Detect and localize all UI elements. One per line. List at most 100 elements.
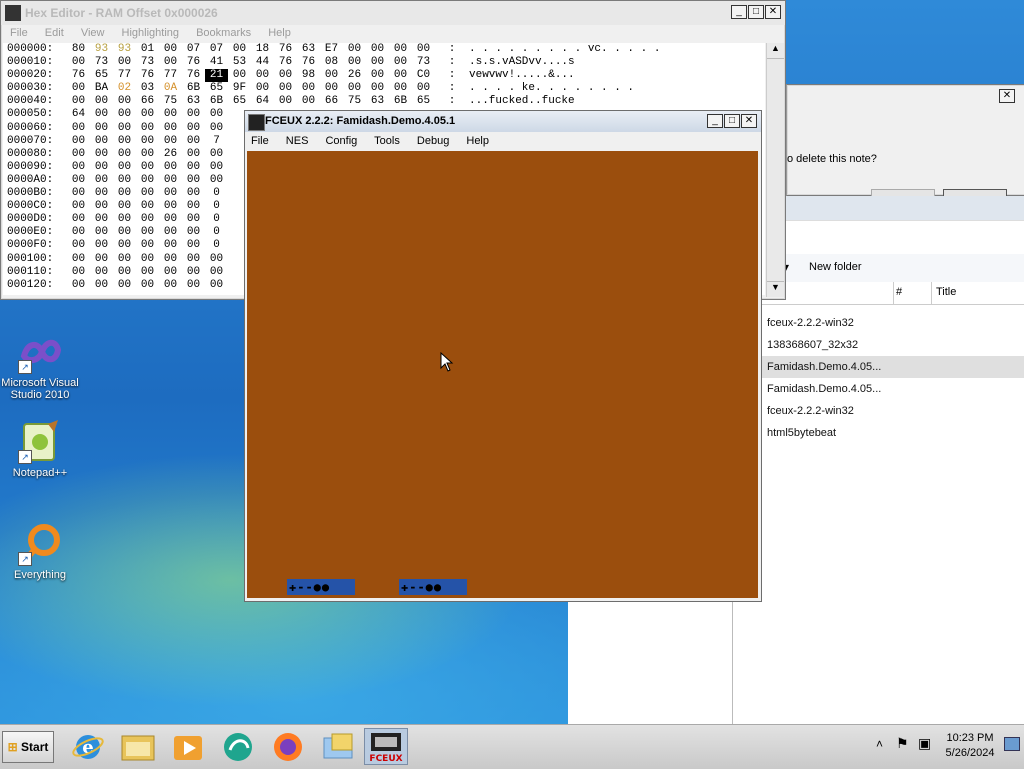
internet-explorer-icon[interactable]: e bbox=[66, 728, 110, 765]
hex-byte[interactable]: 01 bbox=[136, 43, 159, 56]
hex-byte[interactable]: 00 bbox=[90, 226, 113, 239]
hex-byte[interactable]: 00 bbox=[136, 122, 159, 135]
hex-byte[interactable]: 0 bbox=[205, 239, 228, 252]
hex-byte[interactable]: 00 bbox=[136, 187, 159, 200]
hex-byte[interactable]: 00 bbox=[67, 148, 90, 161]
hex-byte[interactable]: 00 bbox=[412, 82, 435, 95]
hex-byte[interactable]: 0A bbox=[159, 82, 182, 95]
hex-byte[interactable]: 08 bbox=[320, 56, 343, 69]
hex-byte[interactable]: 00 bbox=[113, 239, 136, 252]
hex-byte[interactable]: 00 bbox=[159, 43, 182, 56]
hex-byte[interactable]: 00 bbox=[182, 239, 205, 252]
hex-byte[interactable]: 00 bbox=[159, 266, 182, 279]
hex-byte[interactable]: 00 bbox=[205, 266, 228, 279]
dialog-button[interactable] bbox=[871, 189, 935, 196]
hex-byte[interactable]: 00 bbox=[366, 56, 389, 69]
menu-config[interactable]: Config bbox=[325, 135, 357, 147]
menu-tools[interactable]: Tools bbox=[374, 135, 400, 147]
hex-byte[interactable]: 00 bbox=[136, 253, 159, 266]
hex-byte[interactable]: 00 bbox=[90, 279, 113, 292]
hex-byte[interactable]: 00 bbox=[113, 279, 136, 292]
hex-byte[interactable]: 00 bbox=[205, 279, 228, 292]
start-button[interactable]: ⊞ Start bbox=[2, 731, 54, 763]
hex-byte[interactable]: 98 bbox=[297, 69, 320, 82]
hex-byte[interactable]: 76 bbox=[297, 56, 320, 69]
hex-byte[interactable]: 00 bbox=[136, 161, 159, 174]
hex-byte[interactable]: 00 bbox=[159, 200, 182, 213]
hex-byte[interactable]: 00 bbox=[228, 43, 251, 56]
hex-byte[interactable]: 0 bbox=[205, 200, 228, 213]
hex-ascii[interactable]: . . . . . . . . . vc. . . . . bbox=[469, 43, 660, 56]
hex-byte[interactable]: 0 bbox=[205, 213, 228, 226]
hex-byte[interactable]: 00 bbox=[159, 161, 182, 174]
explorer-icon[interactable] bbox=[116, 728, 160, 765]
hex-byte[interactable]: 00 bbox=[159, 253, 182, 266]
maximize-icon[interactable]: □ bbox=[724, 114, 740, 128]
scroll-up-icon[interactable]: ▲ bbox=[767, 43, 784, 59]
hex-byte[interactable]: 00 bbox=[67, 187, 90, 200]
close-icon[interactable]: ✕ bbox=[765, 5, 781, 19]
hex-byte[interactable]: 00 bbox=[389, 56, 412, 69]
hex-byte[interactable]: 00 bbox=[205, 161, 228, 174]
menu-highlighting[interactable]: Highlighting bbox=[122, 27, 179, 39]
new-folder-button[interactable]: New folder bbox=[809, 261, 862, 273]
hex-byte[interactable]: 00 bbox=[182, 122, 205, 135]
hex-byte[interactable]: 00 bbox=[113, 135, 136, 148]
hex-byte[interactable]: 76 bbox=[182, 56, 205, 69]
hex-byte[interactable]: 00 bbox=[297, 82, 320, 95]
hex-byte[interactable]: 00 bbox=[182, 253, 205, 266]
hex-byte[interactable]: 00 bbox=[113, 200, 136, 213]
hex-row[interactable]: 000020: 76 65 77 76 77 76 21 00 00 00 98 00 26 00 00 C0:… bbox=[3, 69, 765, 83]
hex-byte[interactable]: 00 bbox=[67, 200, 90, 213]
hex-byte[interactable]: 00 bbox=[389, 43, 412, 56]
hex-byte[interactable]: 00 bbox=[67, 239, 90, 252]
hex-byte[interactable]: 00 bbox=[274, 95, 297, 108]
game-screen[interactable]: ✚--●● ✚--●● bbox=[247, 151, 758, 598]
hex-byte[interactable]: 00 bbox=[136, 174, 159, 187]
hex-byte[interactable]: 00 bbox=[159, 226, 182, 239]
hex-byte[interactable]: 26 bbox=[159, 148, 182, 161]
system-clock[interactable]: 10:23 PM 5/26/2024 bbox=[940, 731, 1000, 761]
hex-byte[interactable]: 00 bbox=[90, 95, 113, 108]
hex-byte[interactable]: 63 bbox=[366, 95, 389, 108]
hex-byte[interactable]: 00 bbox=[297, 95, 320, 108]
hex-byte[interactable]: 73 bbox=[136, 56, 159, 69]
hex-byte[interactable]: 02 bbox=[113, 82, 136, 95]
hex-byte[interactable]: 64 bbox=[67, 108, 90, 121]
hex-scrollbar[interactable]: ▲ ▼ bbox=[766, 43, 784, 297]
hex-byte[interactable]: 00 bbox=[67, 279, 90, 292]
hex-byte[interactable]: E7 bbox=[320, 43, 343, 56]
scroll-down-icon[interactable]: ▼ bbox=[767, 281, 784, 297]
menu-view[interactable]: View bbox=[81, 27, 105, 39]
hex-byte[interactable]: 00 bbox=[90, 253, 113, 266]
hex-byte[interactable]: 00 bbox=[136, 200, 159, 213]
hex-byte[interactable]: 00 bbox=[251, 82, 274, 95]
hex-byte[interactable]: 18 bbox=[251, 43, 274, 56]
hex-byte[interactable]: 00 bbox=[205, 122, 228, 135]
hex-byte[interactable]: 00 bbox=[90, 148, 113, 161]
menu-file[interactable]: File bbox=[251, 135, 269, 147]
dialog-button[interactable] bbox=[943, 189, 1007, 196]
hex-byte[interactable]: 53 bbox=[228, 56, 251, 69]
hex-byte[interactable]: 00 bbox=[159, 187, 182, 200]
hex-byte[interactable]: 00 bbox=[113, 108, 136, 121]
hex-row[interactable]: 000040: 00 00 00 66 75 63 6B 65 64 00 00 66 75 63 6B 65:… bbox=[3, 95, 765, 108]
hex-byte[interactable]: 00 bbox=[320, 82, 343, 95]
minimize-icon[interactable]: _ bbox=[731, 5, 747, 19]
hex-byte[interactable]: 00 bbox=[67, 253, 90, 266]
hex-byte[interactable]: 00 bbox=[205, 108, 228, 121]
hex-byte[interactable]: 00 bbox=[136, 135, 159, 148]
desktop-icon-notepadpp[interactable]: ↗ Notepad++ bbox=[0, 420, 80, 479]
hex-byte[interactable]: 00 bbox=[90, 239, 113, 252]
hex-byte[interactable]: 76 bbox=[182, 69, 205, 82]
hex-byte[interactable]: C0 bbox=[412, 69, 435, 82]
hex-byte[interactable]: 00 bbox=[113, 148, 136, 161]
hex-row[interactable]: 000010: 00 73 00 73 00 76 41 53 44 76 76 08 00 00 00 73:… bbox=[3, 56, 765, 69]
hex-byte[interactable]: 75 bbox=[159, 95, 182, 108]
hex-byte[interactable]: 00 bbox=[205, 253, 228, 266]
hex-byte[interactable]: 00 bbox=[320, 69, 343, 82]
hex-byte[interactable]: 93 bbox=[113, 43, 136, 56]
maximize-icon[interactable]: □ bbox=[748, 5, 764, 19]
hex-byte[interactable]: 6B bbox=[389, 95, 412, 108]
hex-byte[interactable]: 0 bbox=[205, 226, 228, 239]
